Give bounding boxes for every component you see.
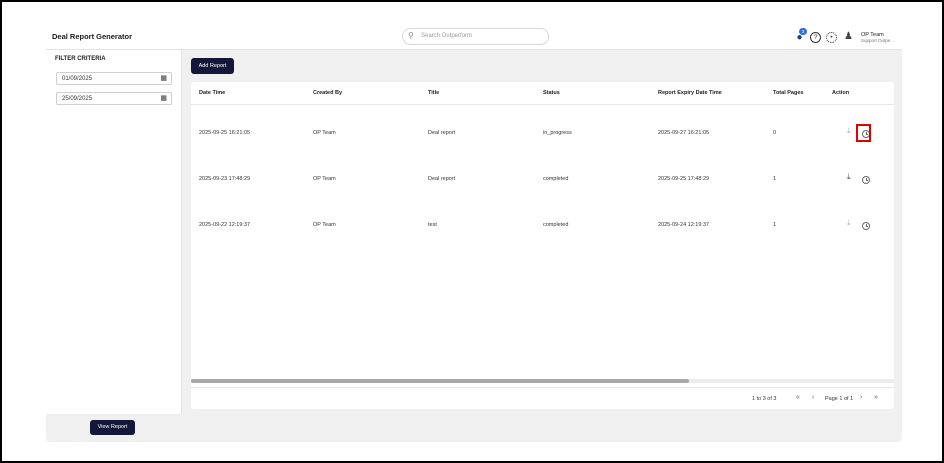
header-actions: ● 3 ? • ♟ OP Team Support Outpe... [794, 27, 894, 45]
last-page-icon[interactable]: » [874, 394, 878, 401]
end-date-field[interactable]: 25/09/2025 ▦ [56, 92, 172, 105]
scrollbar-thumb[interactable] [191, 379, 689, 383]
filter-sidebar: FILTER CRITERIA 01/09/2025 ▦ 25/09/2025 … [46, 50, 182, 442]
cell-total-pages: 0 [773, 130, 777, 136]
clock-icon[interactable] [862, 222, 870, 230]
start-date-value: 01/09/2025 [62, 76, 93, 82]
bell-icon[interactable]: ● 3 [794, 27, 807, 43]
calendar-icon[interactable]: ▦ [160, 94, 167, 102]
search-icon: ⚲ [408, 31, 414, 40]
cell-expiry: 2025-09-27 16:21:05 [658, 130, 710, 136]
cell-expiry: 2025-09-25 17:48:29 [658, 176, 710, 182]
user-role: Support Outpe... [861, 37, 895, 43]
screenshot-frame: Deal Report Generator ⚲ Search Outperfor… [0, 0, 944, 463]
cell-total-pages: 1 [773, 222, 777, 228]
column-header-action: Action [832, 90, 850, 96]
calendar-icon[interactable]: ▦ [160, 74, 167, 82]
download-icon[interactable]: ⤓ [847, 126, 851, 136]
report-table-card: Date Time Created By Title Status Report… [191, 82, 894, 409]
add-report-button[interactable]: Add Report [191, 58, 234, 74]
notification-badge: 3 [799, 27, 807, 35]
cell-date-time: 2025-09-22 12:19:37 [199, 222, 251, 228]
table-row: 2025-09-23 17:48:29 OP Team Deal report … [191, 156, 894, 202]
download-icon[interactable]: ⤓ [847, 218, 851, 228]
start-date-field[interactable]: 01/09/2025 ▦ [56, 72, 172, 85]
cell-date-time: 2025-09-23 17:48:29 [199, 176, 251, 182]
sidebar-footer: View Report [46, 414, 182, 442]
cell-expiry: 2025-09-24 12:19:37 [658, 222, 710, 228]
cell-date-time: 2025-09-25 16:21:05 [199, 130, 251, 136]
pagination-range: 1 to 3 of 3 [752, 396, 777, 402]
user-menu[interactable]: OP Team Support Outpe... [861, 32, 894, 43]
filter-title: FILTER CRITERIA [55, 56, 106, 62]
cell-status: completed [543, 176, 569, 182]
column-header-expiry[interactable]: Report Expiry Date Time [658, 90, 722, 96]
cell-title: Deal report [428, 130, 456, 136]
avatar[interactable]: ♟ [844, 31, 854, 43]
cell-created-by: OP Team [313, 222, 336, 228]
pagination-page: Page 1 of 1 [825, 396, 854, 402]
column-header-created-by[interactable]: Created By [313, 90, 342, 96]
first-page-icon[interactable]: « [796, 394, 800, 401]
app-title: Deal Report Generator [52, 32, 133, 41]
table-row: 2025-09-25 16:21:05 OP Team Deal report … [191, 110, 894, 156]
view-report-button[interactable]: View Report [90, 420, 135, 435]
search-input[interactable]: ⚲ Search Outperform [402, 28, 549, 45]
column-header-total-pages[interactable]: Total Pages [773, 90, 803, 96]
table-header: Date Time Created By Title Status Report… [191, 82, 894, 105]
table-row: 2025-09-22 12:19:37 OP Team test complet… [191, 202, 894, 248]
cell-status: in_progress [543, 130, 572, 136]
cell-status: completed [543, 222, 569, 228]
main-content: Add Report Date Time Created By Title St… [191, 54, 894, 414]
next-page-icon[interactable]: › [860, 394, 862, 401]
column-header-date-time[interactable]: Date Time [199, 90, 225, 96]
pagination: 1 to 3 of 3 « ‹ Page 1 of 1 › » [191, 387, 894, 409]
column-header-title[interactable]: Title [428, 90, 439, 96]
app-window: Deal Report Generator ⚲ Search Outperfor… [46, 24, 902, 442]
gear-icon[interactable]: • [826, 31, 837, 43]
column-header-status[interactable]: Status [543, 90, 560, 96]
top-bar: Deal Report Generator ⚲ Search Outperfor… [46, 24, 902, 50]
cell-created-by: OP Team [313, 130, 336, 136]
highlight-box [856, 124, 871, 142]
cell-title: Deal report [428, 176, 456, 182]
help-icon[interactable]: ? [810, 31, 821, 43]
prev-page-icon[interactable]: ‹ [812, 394, 814, 401]
horizontal-scrollbar[interactable] [191, 379, 894, 383]
clock-icon[interactable] [862, 176, 870, 184]
end-date-value: 25/09/2025 [62, 96, 93, 102]
cell-total-pages: 1 [773, 176, 777, 182]
search-placeholder: Search Outperform [421, 33, 473, 39]
cell-created-by: OP Team [313, 176, 336, 182]
cell-title: test [428, 222, 437, 228]
download-icon[interactable]: ⤓ [847, 172, 851, 182]
